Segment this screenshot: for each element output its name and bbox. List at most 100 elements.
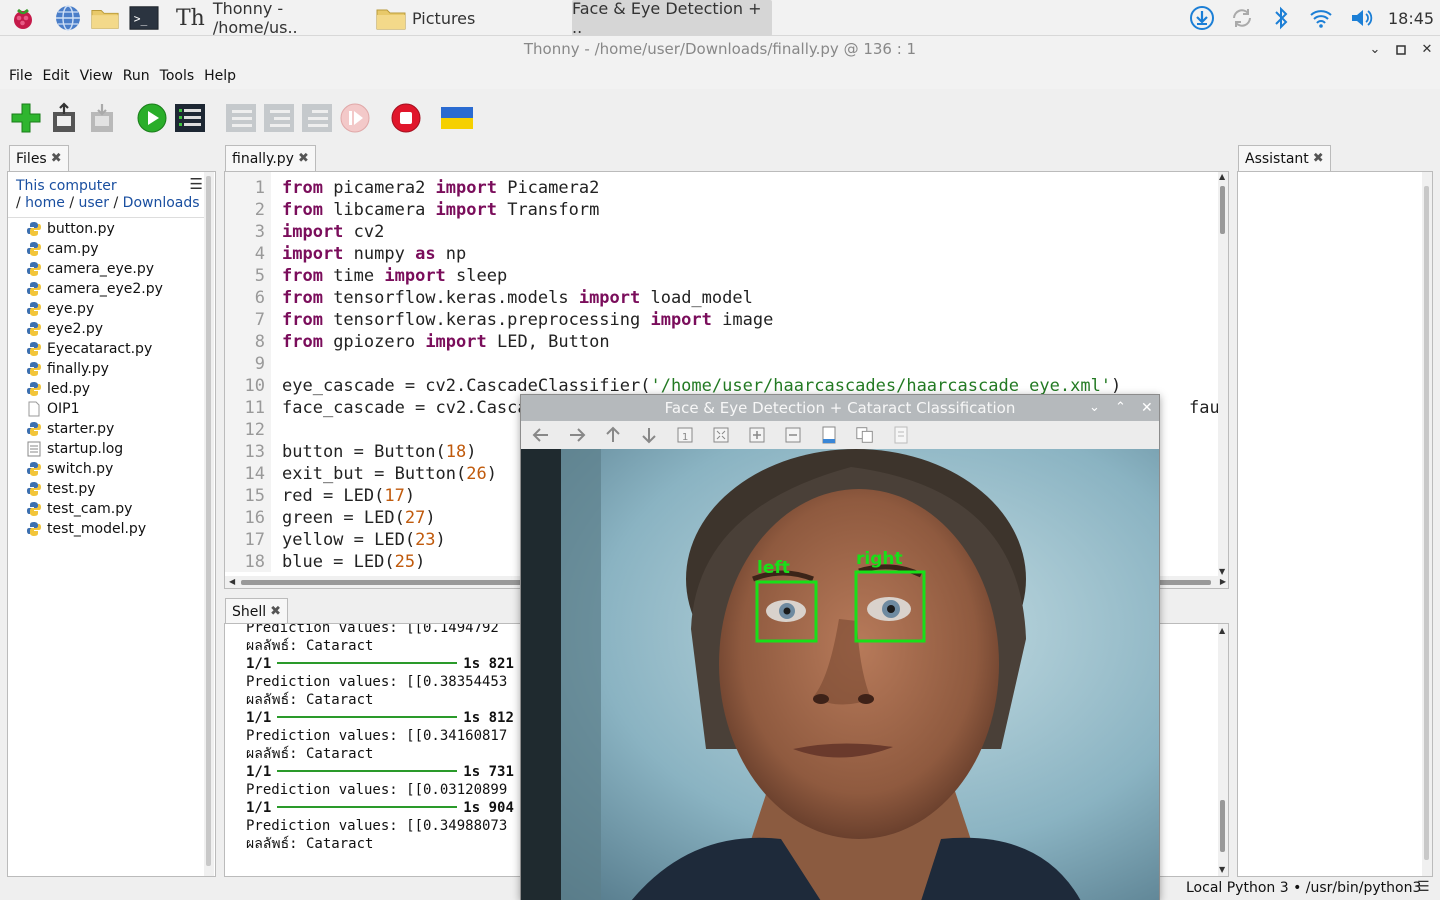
clock[interactable]: 18:45 [1388,4,1434,32]
cv-maximize-icon[interactable]: ⌃ [1115,395,1126,421]
cv-close-icon[interactable]: ✕ [1141,395,1153,421]
file-list-item[interactable]: eye2.py [26,319,103,339]
status-menu-icon[interactable]: ☰ [1417,879,1430,895]
scroll-left-icon[interactable]: ◀ [229,577,235,586]
save-image-icon[interactable] [819,425,839,445]
menu-run[interactable]: Run [118,68,155,84]
close-tab-icon[interactable]: ✖ [270,604,281,619]
file-list-item[interactable]: cam.py [26,239,99,259]
terminal-icon[interactable]: >_ [129,4,159,32]
step-out-icon[interactable] [300,101,334,135]
scroll-down-icon[interactable]: ▼ [1219,567,1225,576]
open-file-icon[interactable] [47,101,81,135]
file-list-item[interactable]: Eyecataract.py [26,339,152,359]
tab-files[interactable]: Files ✖ [9,145,69,171]
assistant-scroll-thumb[interactable] [1424,186,1429,860]
code-token: ) [404,486,416,506]
file-list-item[interactable]: camera_eye2.py [26,279,163,299]
thonny-task-button[interactable]: Th Thonny - /home/us.. [176,0,366,37]
file-list-item[interactable]: led.py [26,379,90,399]
breadcrumb-user[interactable]: user [79,195,110,211]
tab-shell[interactable]: Shell ✖ [225,598,289,624]
run-icon[interactable] [135,101,169,135]
menu-view[interactable]: View [75,68,118,84]
file-manager-icon[interactable] [90,4,120,32]
scroll-up-icon[interactable]: ▲ [1219,626,1225,635]
scroll-down-icon[interactable]: ▼ [1219,865,1225,874]
file-list-item[interactable]: OIP1 [26,399,80,419]
files-scrollbar[interactable] [204,172,214,876]
file-list-item[interactable]: test_model.py [26,519,146,539]
zoom-fit-icon[interactable] [711,425,731,445]
update-icon[interactable] [1186,4,1218,32]
close-tab-icon[interactable]: ✖ [1313,151,1324,166]
editor-scroll-thumb[interactable] [1220,186,1225,234]
cv-window-titlebar[interactable]: Face & Eye Detection + Cataract Classifi… [521,395,1159,421]
debug-icon[interactable] [173,101,207,135]
camera-frame[interactable]: left right [521,449,1159,900]
code-token: numpy [343,244,416,264]
close-icon[interactable]: ✕ [1415,36,1439,63]
progress-time: 1s 812 [463,710,514,726]
menu-file[interactable]: File [4,68,37,84]
close-tab-icon[interactable]: ✖ [298,151,309,166]
file-list-item[interactable]: startup.log [26,439,123,459]
assistant-scrollbar[interactable] [1422,172,1432,876]
tab-finally-py[interactable]: finally.py ✖ [225,145,316,171]
pictures-task-button[interactable]: Pictures [375,4,495,32]
menu-edit[interactable]: Edit [37,68,74,84]
web-browser-icon[interactable] [53,4,83,32]
step-over-icon[interactable] [224,101,258,135]
scroll-right-icon[interactable]: ▶ [1220,577,1226,586]
sync-icon[interactable] [1226,4,1258,32]
pan-left-icon[interactable] [531,425,551,445]
shell-scroll-thumb[interactable] [1220,800,1225,852]
close-tab-icon[interactable]: ✖ [51,151,62,166]
file-list-item[interactable]: switch.py [26,459,113,479]
face-eye-detection-window[interactable]: Face & Eye Detection + Cataract Classifi… [520,394,1160,900]
zoom-in-icon[interactable] [747,425,767,445]
save-file-icon[interactable] [85,101,119,135]
resume-icon[interactable] [338,101,372,135]
copy-image-icon[interactable] [855,425,875,445]
zoom-original-icon[interactable]: 1 [675,425,695,445]
file-list-item[interactable]: camera_eye.py [26,259,154,279]
file-list-item[interactable]: eye.py [26,299,94,319]
interpreter-status[interactable]: Local Python 3 • /usr/bin/python3 [1186,880,1421,896]
editor-vscrollbar[interactable]: ▲ ▼ [1218,172,1228,576]
bluetooth-icon[interactable] [1265,4,1297,32]
minimize-icon[interactable]: ⌄ [1363,36,1387,63]
cv-minimize-icon[interactable]: ⌄ [1089,395,1100,421]
face-eye-task-button[interactable]: Face & Eye Detection + .. [572,0,772,37]
new-file-icon[interactable] [9,101,43,135]
stop-icon[interactable] [389,101,423,135]
breadcrumb-downloads[interactable]: Downloads [123,195,200,211]
scroll-up-icon[interactable]: ▲ [1219,172,1225,181]
pan-up-icon[interactable] [603,425,623,445]
step-into-icon[interactable] [262,101,296,135]
maximize-icon[interactable] [1389,36,1413,63]
tab-assistant[interactable]: Assistant ✖ [1238,145,1331,171]
files-menu-icon[interactable]: ☰ [190,175,203,193]
menu-tools[interactable]: Tools [155,68,200,84]
python-file-icon [27,242,41,256]
files-scroll-thumb[interactable] [206,176,211,866]
this-computer-link[interactable]: This computer [16,178,117,194]
file-list-item[interactable]: button.py [26,219,115,239]
breadcrumb-home[interactable]: home [25,195,65,211]
file-list-item[interactable]: test_cam.py [26,499,132,519]
pan-right-icon[interactable] [567,425,587,445]
zoom-out-icon[interactable] [783,425,803,445]
ukraine-flag-icon[interactable] [440,101,474,135]
file-list-item[interactable]: finally.py [26,359,109,379]
raspberry-menu-icon[interactable] [8,4,38,32]
file-list-item[interactable]: test.py [26,479,96,499]
code-keyword: import [435,200,497,220]
volume-icon[interactable] [1345,4,1377,32]
file-list-item[interactable]: starter.py [26,419,114,439]
properties-icon[interactable] [891,425,911,445]
pan-down-icon[interactable] [639,425,659,445]
shell-vscrollbar[interactable]: ▲ ▼ [1218,624,1228,876]
menu-help[interactable]: Help [199,68,241,84]
wifi-icon[interactable] [1305,4,1337,32]
